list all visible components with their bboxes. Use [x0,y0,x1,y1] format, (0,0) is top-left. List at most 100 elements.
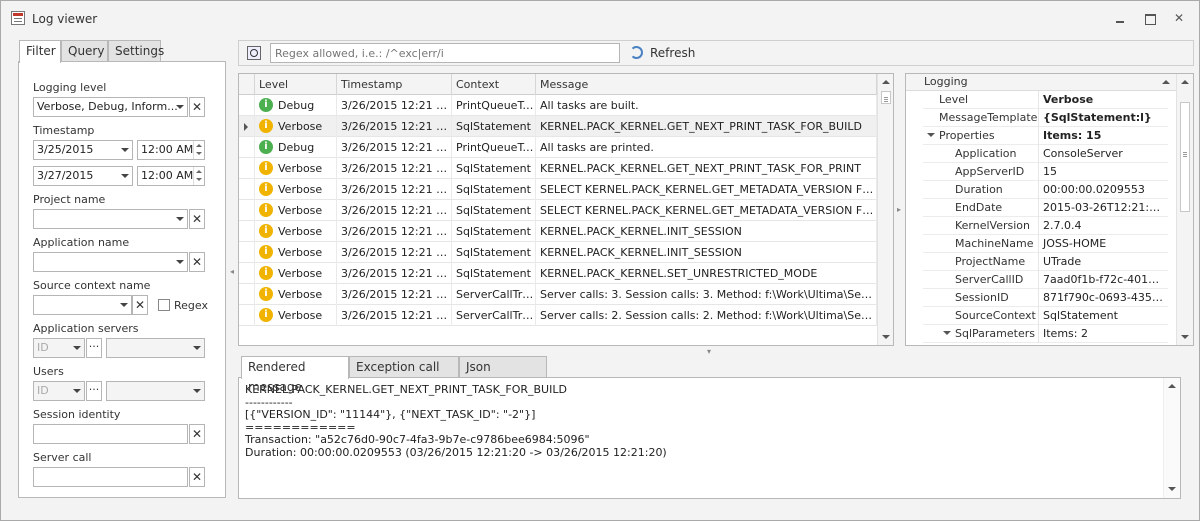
users-name-select[interactable] [106,381,205,401]
users-label: Users [33,365,64,378]
clear-server-call-button[interactable]: ✕ [189,467,205,487]
table-row[interactable]: i Debug 3/26/2015 12:21 PM PrintQueueTask Al… [239,137,877,158]
property-row[interactable]: MachineName JOSS-HOME [923,235,1168,253]
scroll-down-icon[interactable] [1177,329,1193,345]
property-row[interactable]: SqlParameters Items: 2 [923,325,1168,343]
clear-logging-level-button[interactable]: ✕ [189,97,205,117]
column-header-context[interactable]: Context [452,74,536,95]
property-row[interactable]: ProjectName UTrade [923,253,1168,271]
column-header-level[interactable]: Level [255,74,337,95]
property-row[interactable]: Level Verbose [923,91,1168,109]
search-input[interactable] [270,43,620,63]
app-servers-name-select[interactable] [106,338,205,358]
table-row[interactable]: i Debug 3/26/2015 12:21 PM PrintQueueTask Al… [239,95,877,116]
property-row[interactable]: ServerCallID 7aad0f1b-f72c-4014-8... [923,271,1168,289]
expand-icon[interactable] [927,131,935,139]
table-row[interactable]: i Verbose 3/26/2015 12:21 PM ServerCallTra.… [239,284,877,305]
scroll-thumb[interactable] [881,91,891,104]
property-row[interactable]: SourceContext SqlStatement [923,307,1168,325]
chevron-down-icon[interactable] [70,339,84,357]
chevron-down-icon[interactable] [190,382,204,400]
property-value: 871f790c-0693-435e-9... [1043,291,1166,304]
tab-rendered-message[interactable]: Rendered message [241,356,349,394]
spin-icon[interactable] [193,141,204,159]
chevron-down-icon[interactable] [173,210,187,228]
scroll-thumb[interactable] [1180,102,1190,212]
table-row[interactable]: i Verbose 3/26/2015 12:21 PM SqlStatement KE… [239,158,877,179]
property-row[interactable]: Duration 00:00:00.0209553 [923,181,1168,199]
tab-exception-call-stack[interactable]: Exception call stack [349,356,459,394]
scroll-up-icon[interactable] [878,74,893,90]
chevron-down-icon[interactable] [173,98,187,116]
scroll-up-icon[interactable] [1164,378,1180,394]
clear-application-name-button[interactable]: ✕ [189,252,205,272]
minimize-button[interactable] [1112,10,1128,26]
tab-query[interactable]: Query [61,40,108,62]
chevron-down-icon[interactable] [118,167,132,185]
chevron-down-icon[interactable] [118,141,132,159]
grid-scrollbar[interactable] [877,74,893,345]
session-identity-input[interactable] [33,424,188,444]
clear-project-name-button[interactable]: ✕ [189,209,205,229]
table-row[interactable]: i Verbose 3/26/2015 12:21 PM ServerCallTra.… [239,305,877,326]
project-name-select[interactable] [33,209,188,229]
property-row[interactable]: AppServerID 15 [923,163,1168,181]
maximize-button[interactable] [1142,10,1158,26]
scroll-up-icon[interactable] [1177,74,1193,90]
property-row[interactable]: MessageTemplate {SqlStatement:l} [923,109,1168,127]
time-from-input[interactable]: 12:00 AM [137,140,205,160]
users-id-select[interactable]: ID [33,381,85,401]
collapse-up-icon[interactable] [1162,80,1170,84]
close-button[interactable]: ✕ [1171,10,1187,26]
scroll-down-icon[interactable] [1164,481,1180,497]
users-ellipsis-button[interactable]: ··· [86,381,102,401]
column-header-message[interactable]: Message [536,74,877,95]
expand-icon[interactable] [943,329,951,337]
collapse-bottom-icon[interactable]: ▾ [707,347,711,356]
application-name-select[interactable] [33,252,188,272]
logging-level-select[interactable]: Verbose, Debug, Inform... [33,97,188,117]
clear-source-context-button[interactable]: ✕ [132,295,148,315]
table-row[interactable]: i Verbose 3/26/2015 12:21 PM SqlStatement KE… [239,116,877,137]
property-row[interactable]: Properties Items: 15 [923,127,1168,145]
date-to-picker[interactable]: 3/27/2015 [33,166,133,186]
refresh-button[interactable]: Refresh [650,46,695,60]
row-indicator [239,221,255,242]
tab-filter[interactable]: Filter [19,40,61,63]
property-row[interactable]: SessionID 871f790c-0693-435e-9... [923,289,1168,307]
scroll-down-icon[interactable] [878,329,893,345]
chevron-down-icon[interactable] [117,296,131,314]
table-row[interactable]: i Verbose 3/26/2015 12:21 PM SqlStatement SE… [239,200,877,221]
chevron-down-icon[interactable] [70,382,84,400]
column-header-timestamp[interactable]: Timestamp [337,74,452,95]
time-to-input[interactable]: 12:00 AM [137,166,205,186]
property-row[interactable]: KernelVersion 2.7.0.4 [923,217,1168,235]
table-row[interactable]: i Verbose 3/26/2015 12:21 PM SqlStatement SE… [239,179,877,200]
property-row[interactable]: Application ConsoleServer [923,145,1168,163]
collapse-left-icon[interactable]: ◂ [230,267,234,276]
message-scrollbar[interactable] [1163,378,1180,498]
regex-checkbox[interactable] [158,299,170,311]
spin-icon[interactable] [193,167,204,185]
tab-settings[interactable]: Settings [108,40,164,62]
verbose-icon: i [259,182,273,196]
property-row[interactable]: EndDate 2015-03-26T12:21:20.... [923,199,1168,217]
row-indicator [239,137,255,158]
refresh-icon[interactable] [630,46,643,59]
app-servers-id-select[interactable]: ID [33,338,85,358]
tab-json-document[interactable]: Json document [459,356,547,394]
table-row[interactable]: i Verbose 3/26/2015 12:21 PM SqlStatement KE… [239,221,877,242]
app-servers-ellipsis-button[interactable]: ··· [86,338,102,358]
message-line: Duration: 00:00:00.0209553 (03/26/2015 1… [245,445,667,459]
chevron-down-icon[interactable] [173,253,187,271]
server-call-input[interactable] [33,467,188,487]
properties-scrollbar[interactable] [1176,74,1193,345]
source-context-select[interactable] [33,295,132,315]
chevron-down-icon[interactable] [190,339,204,357]
collapse-right-icon[interactable]: ▸ [897,205,901,214]
table-row[interactable]: i Verbose 3/26/2015 12:21 PM SqlStatement KE… [239,242,877,263]
clear-session-identity-button[interactable]: ✕ [189,424,205,444]
date-from-picker[interactable]: 3/25/2015 [33,140,133,160]
table-row[interactable]: i Verbose 3/26/2015 12:21 PM SqlStatement KE… [239,263,877,284]
search-options-icon[interactable] [247,46,261,60]
